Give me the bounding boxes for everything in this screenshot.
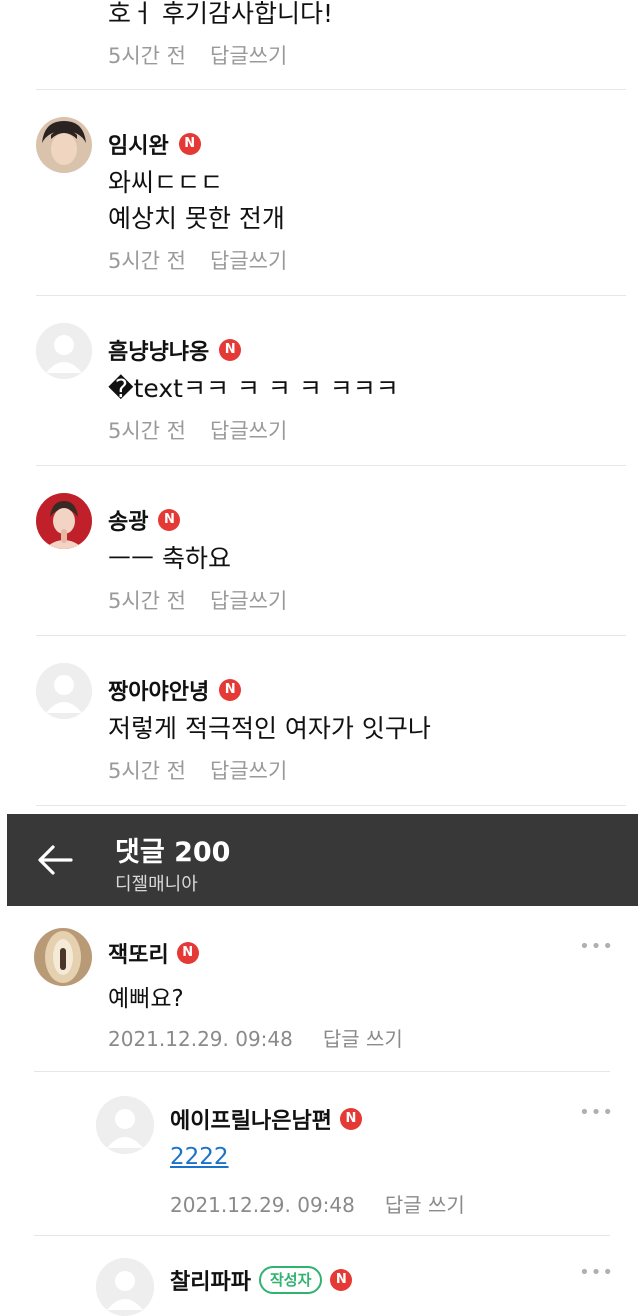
naver-badge-icon: N xyxy=(176,942,199,964)
divider xyxy=(34,1071,610,1072)
more-options-icon[interactable]: ••• xyxy=(579,936,614,957)
author-name: 찰리파파 xyxy=(170,1270,251,1295)
more-options-icon[interactable]: ••• xyxy=(579,1102,614,1123)
reply-button[interactable]: 답글 쓰기 xyxy=(323,1027,403,1051)
reply-button[interactable]: 답글쓰기 xyxy=(210,44,287,68)
comment-time: 5시간 전 xyxy=(108,759,186,783)
comment-text: 와씨ㄷㄷㄷ xyxy=(108,168,224,197)
comment-list-upper: 호ㅓ 후기감사합니다! 5시간 전 답글쓰기 임시완 N 와씨ㄷㄷㄷ 예상치 못한… xyxy=(0,0,640,810)
comment-text: 예상치 못한 전개 xyxy=(108,204,285,233)
avatar[interactable] xyxy=(36,117,92,173)
comment-time: 5시간 전 xyxy=(108,249,186,273)
comment-author[interactable]: 에이프릴나은남편 N xyxy=(170,1103,362,1135)
divider xyxy=(36,465,626,466)
comment-meta: 5시간 전 답글쓰기 xyxy=(108,40,287,70)
comment-author[interactable]: 흠냥냥냐옹 N xyxy=(108,334,242,366)
divider xyxy=(34,1235,610,1236)
default-avatar-icon[interactable] xyxy=(96,1258,154,1316)
comment-meta: 5시간 전 답글쓰기 xyxy=(108,585,287,615)
comment-text: 예뻐요? xyxy=(108,986,184,1012)
naver-badge-icon: N xyxy=(219,339,242,361)
comment-author[interactable]: 짱아야안녕 N xyxy=(108,674,242,706)
comment-text: 호ㅓ 후기감사합니다! xyxy=(108,0,333,28)
default-avatar-icon[interactable] xyxy=(96,1096,154,1154)
author-name: 송광 xyxy=(108,510,149,535)
default-avatar-icon[interactable] xyxy=(36,663,92,719)
comment-text: �textㅋㅋ ㅋ ㅋ ㅋ ㅋㅋㅋ xyxy=(108,374,399,403)
back-arrow-icon[interactable] xyxy=(37,844,73,876)
comment-text: 2222 xyxy=(170,1144,229,1170)
naver-badge-icon: N xyxy=(158,509,181,531)
page-title: 댓글 200 xyxy=(115,837,231,868)
avatar[interactable] xyxy=(36,493,92,549)
reply-button[interactable]: 답글 쓰기 xyxy=(385,1193,465,1217)
reply-button[interactable]: 답글쓰기 xyxy=(210,759,287,783)
author-name: 에이프릴나은남편 xyxy=(170,1109,332,1134)
comment-time: 5시간 전 xyxy=(108,589,186,613)
default-avatar-icon[interactable] xyxy=(36,323,92,379)
reply-button[interactable]: 답글쓰기 xyxy=(210,249,287,273)
comment-text: ㅡㅡ 축하요 xyxy=(108,544,231,573)
naver-badge-icon: N xyxy=(339,1108,362,1130)
avatar[interactable] xyxy=(34,928,92,986)
writer-badge: 작성자 xyxy=(258,1266,323,1294)
comment-meta: 5시간 전 답글쓰기 xyxy=(108,415,287,445)
author-name: 잭또리 xyxy=(108,943,169,968)
comment-author[interactable]: 찰리파파 작성자 N xyxy=(170,1264,353,1296)
comment-list-lower: 잭또리 N ••• 예뻐요? 2021.12.29. 09:48 답글 쓰기 에이… xyxy=(0,906,640,1316)
comment-time: 2021.12.29. 09:48 xyxy=(108,1027,293,1051)
divider xyxy=(36,295,626,296)
page-subtitle: 디젤매니아 xyxy=(115,874,198,895)
comment-meta: 5시간 전 답글쓰기 xyxy=(108,245,287,275)
reply-button[interactable]: 답글쓰기 xyxy=(210,419,287,443)
comments-header: 댓글 200 디젤매니아 xyxy=(7,814,638,906)
comment-author[interactable]: 임시완 N xyxy=(108,128,201,160)
comment-meta: 2021.12.29. 09:48 답글 쓰기 xyxy=(170,1189,465,1218)
comment-time: 5시간 전 xyxy=(108,419,186,443)
comment-time: 2021.12.29. 09:48 xyxy=(170,1193,355,1217)
reply-button[interactable]: 답글쓰기 xyxy=(210,589,287,613)
naver-badge-icon: N xyxy=(178,133,201,155)
author-name: 임시완 xyxy=(108,134,169,159)
author-name: 흠냥냥냐옹 xyxy=(108,340,210,365)
comment-link[interactable]: 2222 xyxy=(170,1144,229,1170)
naver-badge-icon: N xyxy=(330,1269,353,1291)
comment-meta: 5시간 전 답글쓰기 xyxy=(108,755,287,785)
naver-badge-icon: N xyxy=(219,679,242,701)
comment-time: 5시간 전 xyxy=(108,44,186,68)
divider xyxy=(36,805,626,806)
comment-text: 저렇게 적극적인 여자가 잇구나 xyxy=(108,714,431,743)
divider xyxy=(36,635,626,636)
author-name: 짱아야안녕 xyxy=(108,680,210,705)
comment-author[interactable]: 송광 N xyxy=(108,504,181,536)
comment-meta: 2021.12.29. 09:48 답글 쓰기 xyxy=(108,1023,403,1052)
divider xyxy=(36,89,626,90)
comment-author[interactable]: 잭또리 N xyxy=(108,937,199,969)
